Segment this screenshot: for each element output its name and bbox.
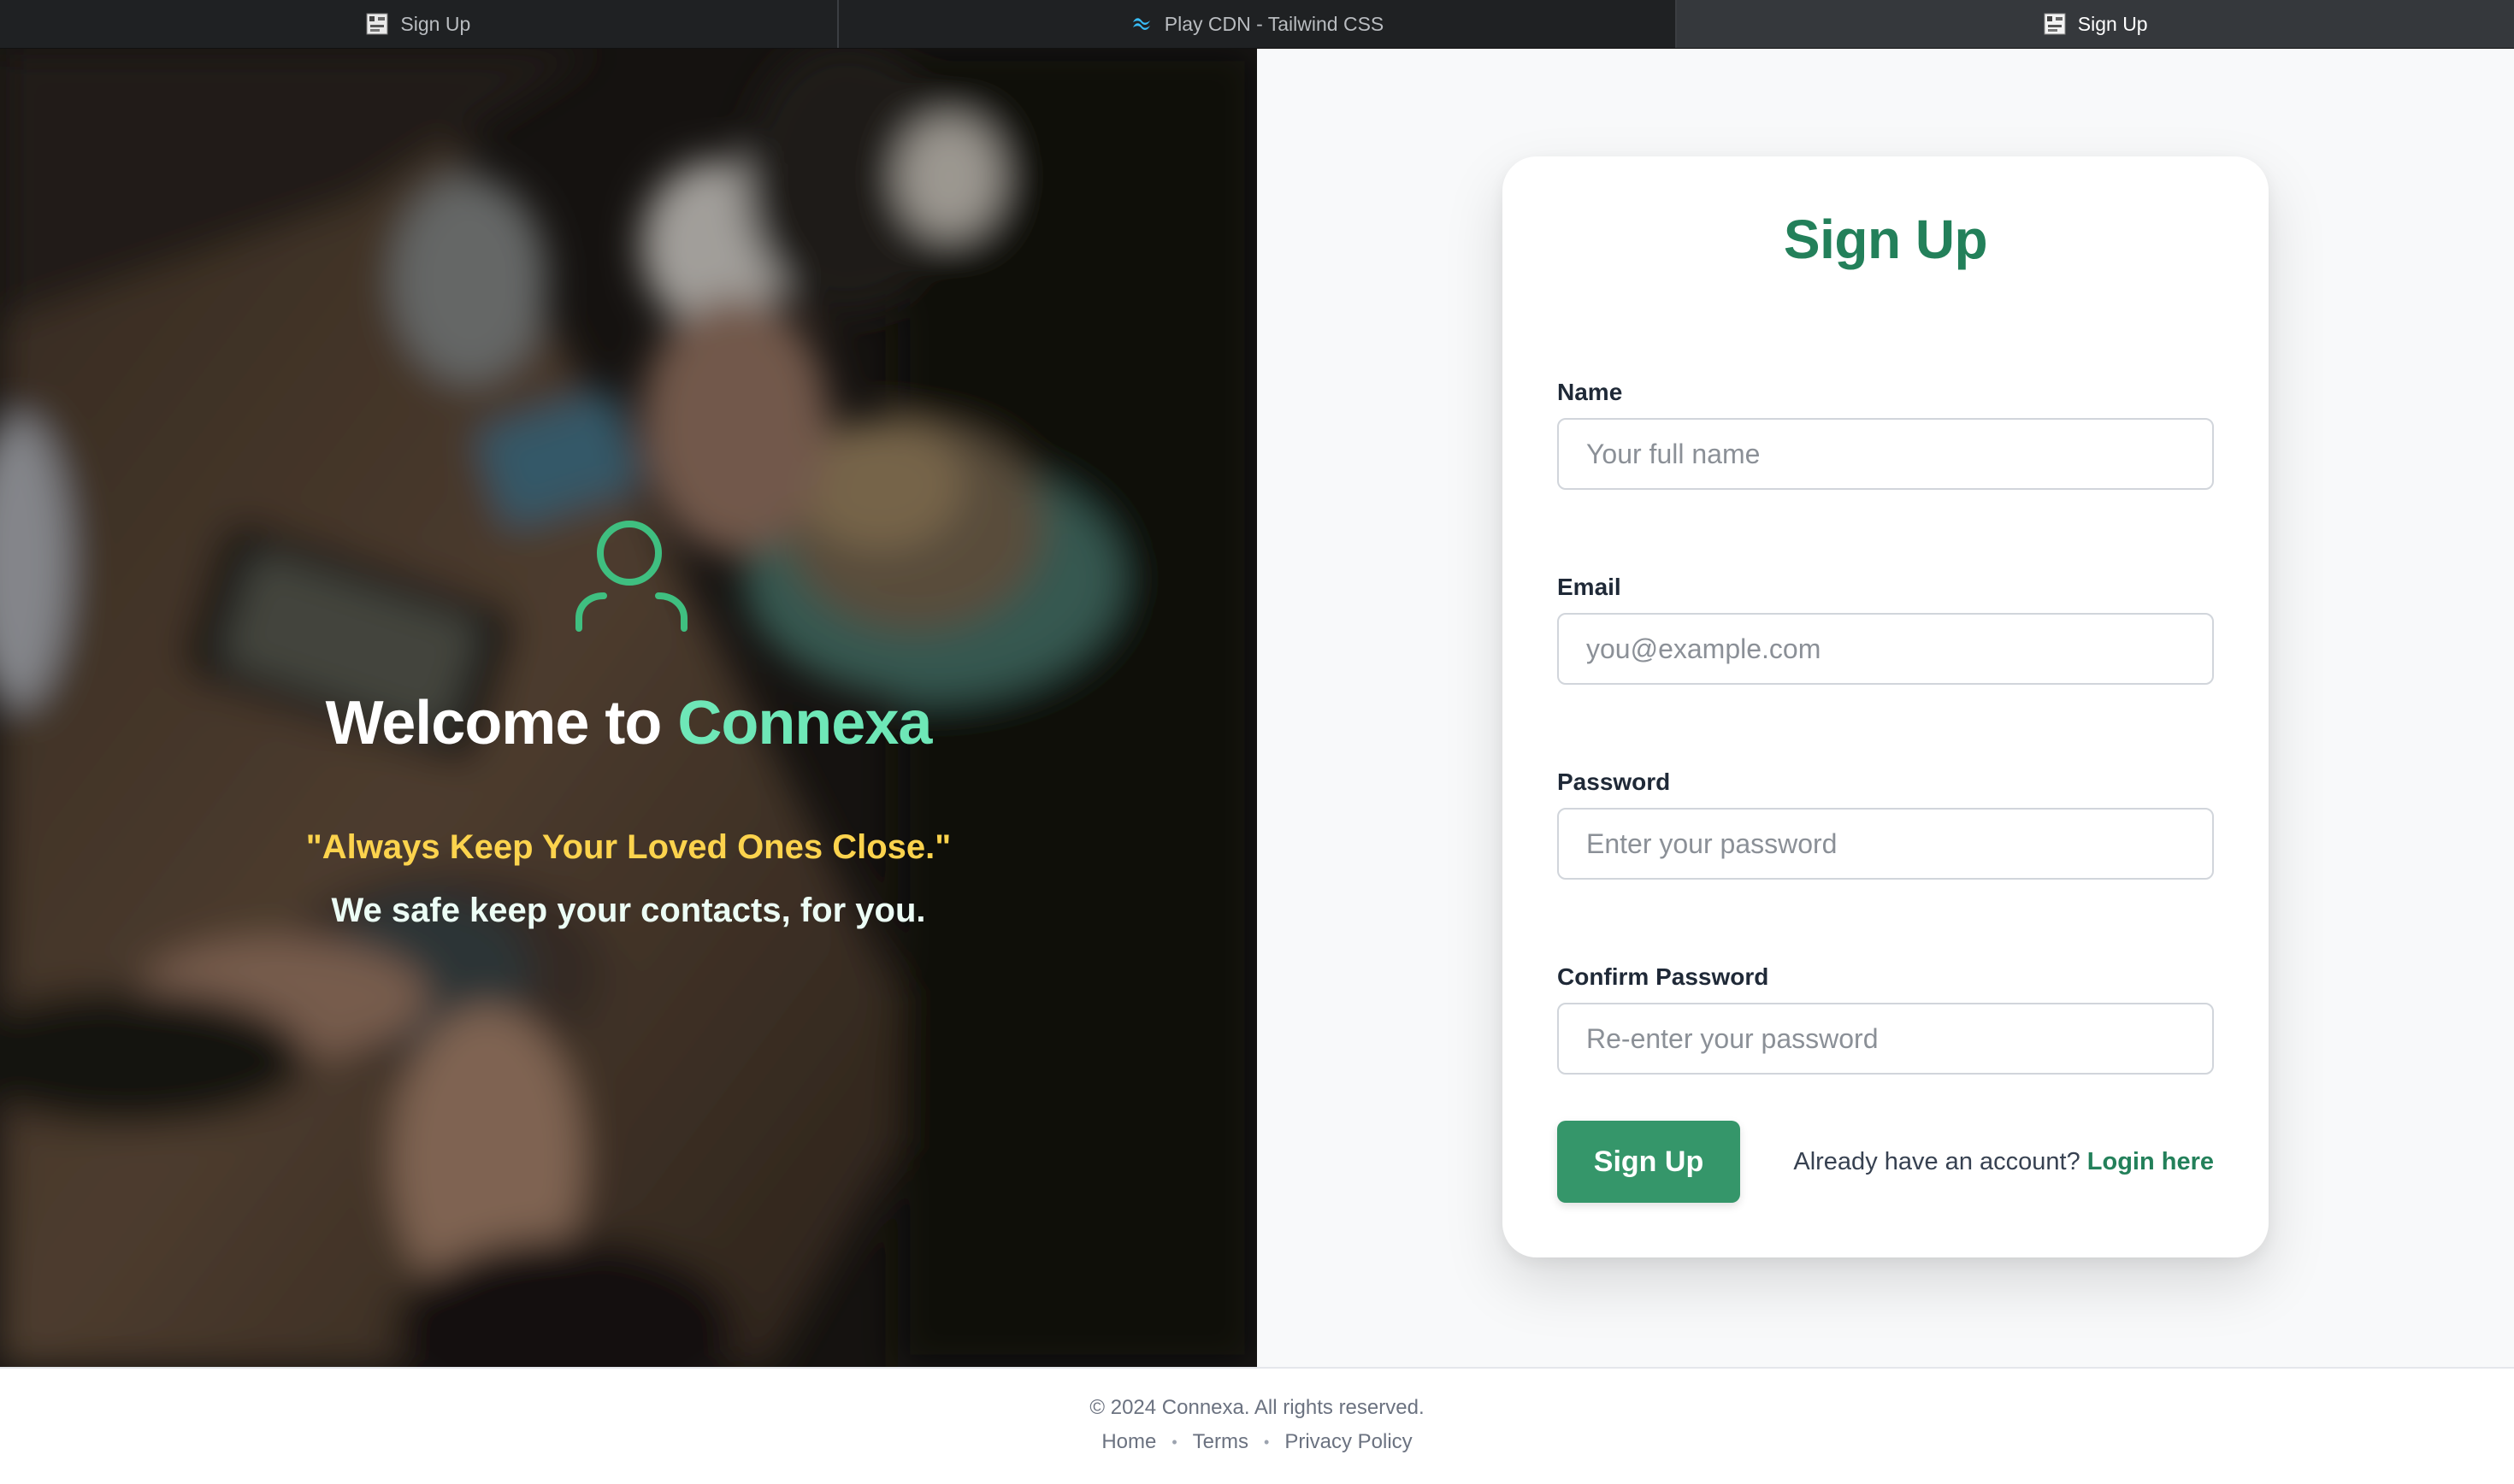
footer-separator: • <box>1171 1433 1177 1451</box>
name-input[interactable] <box>1557 418 2214 490</box>
hero-panel: Welcome to Connexa "Always Keep Your Lov… <box>0 49 1257 1367</box>
hero-title: Welcome to Connexa <box>0 688 1257 758</box>
confirm-password-input[interactable] <box>1557 1003 2214 1075</box>
page-footer: © 2024 Connexa. All rights reserved. Hom… <box>0 1367 2514 1484</box>
footer-links: Home • Terms • Privacy Policy <box>0 1430 2514 1454</box>
hero-brand-name: Connexa <box>677 689 932 757</box>
tab-label: Play CDN - Tailwind CSS <box>1164 12 1384 35</box>
confirm-password-label: Confirm Password <box>1557 963 1769 990</box>
page-favicon-icon <box>2044 13 2066 35</box>
hero-content: Welcome to Connexa "Always Keep Your Lov… <box>0 49 1257 1367</box>
hero-subtitle: We safe keep your contacts, for you. <box>331 892 926 929</box>
footer-link-terms[interactable]: Terms <box>1193 1430 1248 1454</box>
footer-link-privacy-policy[interactable]: Privacy Policy <box>1284 1430 1412 1454</box>
email-input[interactable] <box>1557 613 2214 685</box>
hero-quote: "Always Keep Your Loved Ones Close." <box>305 828 952 866</box>
user-icon <box>575 521 688 632</box>
login-prompt-text: Already have an account? <box>1793 1148 2080 1175</box>
tab-label: Sign Up <box>2077 12 2148 35</box>
tab-sign-up-active[interactable]: Sign Up <box>1677 0 2514 48</box>
tailwind-icon <box>1132 18 1150 30</box>
sign-up-button[interactable]: Sign Up <box>1557 1121 1740 1203</box>
email-label: Email <box>1557 574 1621 600</box>
password-input[interactable] <box>1557 808 2214 880</box>
footer-separator: • <box>1264 1433 1270 1451</box>
tab-sign-up-1[interactable]: Sign Up <box>0 0 839 48</box>
password-label: Password <box>1557 768 1671 795</box>
signup-card: Sign Up Name Email Password Confirm Pass… <box>1502 156 2269 1257</box>
browser-tab-bar: Sign Up Play CDN - Tailwind CSS Sign Up <box>0 0 2514 49</box>
footer-link-home[interactable]: Home <box>1101 1430 1156 1454</box>
login-link[interactable]: Login here <box>2087 1148 2214 1175</box>
page-favicon-icon <box>366 13 388 35</box>
hero-title-prefix: Welcome to <box>325 689 678 757</box>
tab-play-cdn-tailwind[interactable]: Play CDN - Tailwind CSS <box>839 0 1678 48</box>
name-label: Name <box>1557 379 1623 405</box>
login-prompt-row: Already have an account? Login here <box>1793 1148 2214 1176</box>
form-panel: Sign Up Name Email Password Confirm Pass… <box>1257 49 2514 1367</box>
form-title: Sign Up <box>1783 209 1988 270</box>
copyright-text: © 2024 Connexa. All rights reserved. <box>1089 1396 1425 1419</box>
tab-label: Sign Up <box>400 12 471 35</box>
